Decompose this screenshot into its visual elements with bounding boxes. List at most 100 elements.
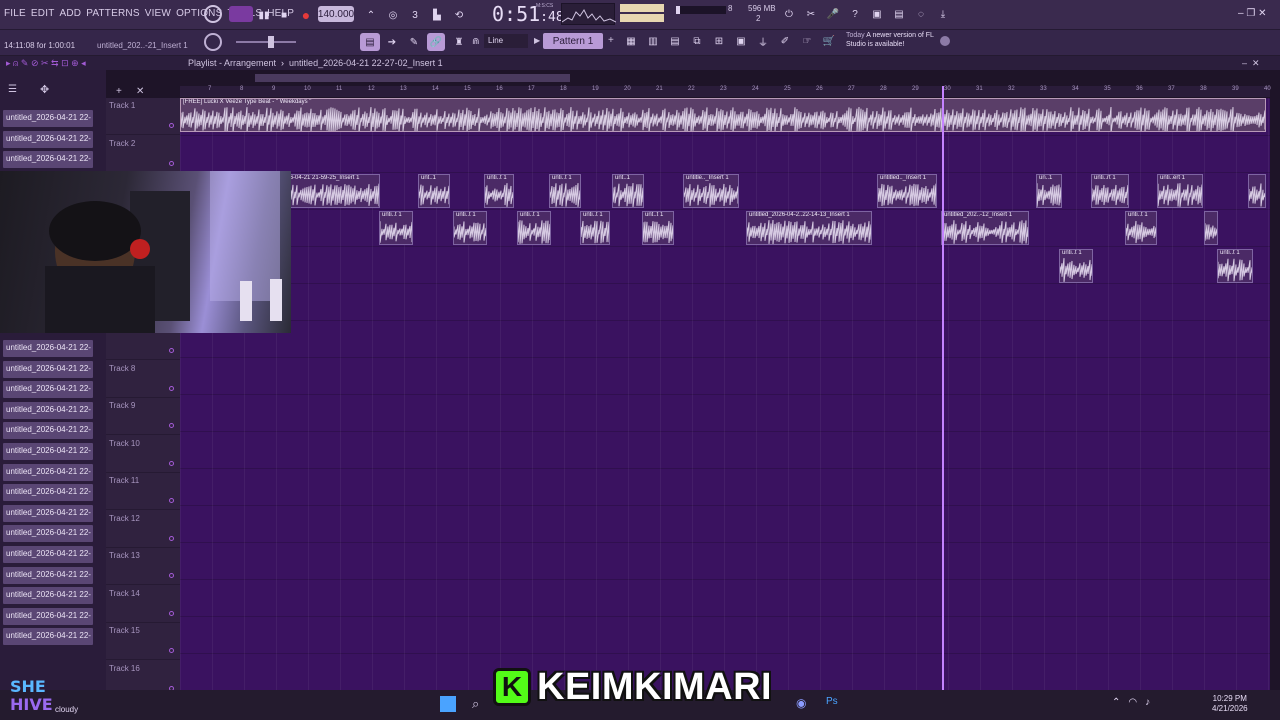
audio-clip[interactable]: unti..t 1 xyxy=(517,211,551,245)
brush-icon[interactable]: ✐ xyxy=(776,32,794,50)
arrow-tool-icon[interactable]: ➔ xyxy=(383,33,401,51)
audio-clip[interactable] xyxy=(1248,173,1266,208)
audio-clip[interactable]: un..1 xyxy=(1036,173,1062,208)
photoshop-icon[interactable]: Ps xyxy=(826,696,838,707)
track-enable-icon[interactable] xyxy=(169,460,174,466)
picker-clip-item[interactable]: untitled_2026-04-21 22- xyxy=(3,504,93,522)
audio-clip[interactable]: untitle.._Insert 1 xyxy=(683,173,739,208)
track-enable-icon[interactable] xyxy=(169,610,174,616)
beat-audio-clip[interactable]: [FREE] Lucki X Veeze Type Beat - " Weekd… xyxy=(180,98,1266,132)
playlist-window-controls[interactable]: – ✕ xyxy=(1242,58,1260,69)
track-enable-icon[interactable] xyxy=(169,423,174,428)
plugin-picker-icon[interactable]: ▤ xyxy=(890,5,908,23)
download-icon[interactable]: ⤓ xyxy=(934,5,952,23)
audio-clip[interactable]: untitled_2026-04-2..22-14-13_Insert 1 xyxy=(746,211,872,245)
remove-track-icon[interactable]: ✕ xyxy=(136,86,144,97)
network-icon[interactable]: ◠ xyxy=(1128,697,1137,708)
picker-clip-item[interactable]: untitled_2026-04-21 22- xyxy=(3,566,93,584)
tempo-display[interactable]: 140.000 xyxy=(318,6,354,22)
mixer-panel-icon[interactable]: ⧉ xyxy=(688,32,706,50)
add-track-icon[interactable]: + xyxy=(116,86,122,97)
plugin-icon[interactable]: ▣ xyxy=(732,32,750,50)
picker-clip-item[interactable]: untitled_2026-04-21 22- xyxy=(3,401,93,419)
timeline-ruler[interactable]: 7 8 9 10 11 12 13 14 15 16 17 18 19 20 21 22 23 24 25 26 27 2… xyxy=(180,86,1271,98)
track-enable-icon[interactable] xyxy=(169,498,174,503)
track-enable-icon[interactable] xyxy=(169,348,174,353)
audio-clip[interactable]: untitled.._Insert 1 xyxy=(877,173,937,208)
main-volume-slider[interactable] xyxy=(236,41,296,43)
track-header[interactable]: Track 1 xyxy=(106,98,180,135)
picker-clip-item[interactable]: untitled_2026-04-21 22- xyxy=(3,110,93,127)
main-volume-handle[interactable] xyxy=(268,36,274,48)
channel-rack-icon[interactable]: ▦ xyxy=(622,32,640,50)
countdown-icon[interactable]: 3 xyxy=(406,6,424,24)
picker-clip-item[interactable]: untitled_2026-04-21 22- xyxy=(3,381,93,399)
picker-clip-item[interactable]: untitled_2026-04-21 22- xyxy=(3,130,93,148)
master-volume-knob[interactable] xyxy=(204,5,222,23)
picker-clip-item[interactable]: untitled_2026-04-21 22- xyxy=(3,546,93,563)
menu-file[interactable]: FILE xyxy=(4,8,26,19)
fl-update-icon[interactable] xyxy=(940,36,950,46)
track-header[interactable]: Track 9 xyxy=(106,398,180,435)
browser-icon[interactable]: ⊞ xyxy=(710,32,728,50)
microphone-icon[interactable]: 🎤 xyxy=(824,5,842,23)
track-header[interactable]: Track 14 xyxy=(106,586,180,623)
pause-button[interactable]: ▮▮ xyxy=(256,6,272,24)
audio-clip[interactable]: unt..1 xyxy=(418,173,450,208)
audio-clip[interactable]: unt..1 xyxy=(612,173,644,208)
snap-selector[interactable]: Line xyxy=(484,34,528,48)
picker-clip-item[interactable]: untitled_2026-04-21 22- xyxy=(3,463,93,481)
loop-record-icon[interactable]: ⟲ xyxy=(450,6,468,24)
audio-clip[interactable]: untitled_202..-12_Insert 1 xyxy=(941,211,1029,245)
audio-clip[interactable]: unti..t 1 xyxy=(1059,248,1093,283)
plug-icon[interactable]: ⏚ xyxy=(754,32,772,50)
menu-patterns[interactable]: PATTERNS xyxy=(86,8,139,19)
touch-icon[interactable]: ☞ xyxy=(798,32,816,50)
discord-icon[interactable]: ◉ xyxy=(796,696,806,710)
menu-add[interactable]: ADD xyxy=(60,8,82,19)
mixer-icon[interactable]: ✂ xyxy=(802,5,820,23)
picker-clip-item[interactable]: untitled_2026-04-21 22- xyxy=(3,340,93,357)
metronome-icon[interactable]: ⌃ xyxy=(362,6,380,24)
audio-clip[interactable]: unti..t 1 xyxy=(1217,248,1253,283)
stamp-icon[interactable]: ♜ xyxy=(450,33,468,51)
taskbar-clock[interactable]: 10:29 PM 4/21/2026 xyxy=(1212,694,1248,714)
volume-icon[interactable]: ♪ xyxy=(1145,697,1150,708)
playlist-lanes[interactable]: [FREE] Lucki X Veeze Type Beat - " Weekd… xyxy=(180,98,1270,690)
tray-chevron-icon[interactable]: ⌃ xyxy=(1112,697,1120,708)
stop-button[interactable]: ■ xyxy=(276,6,292,24)
track-enable-icon[interactable] xyxy=(169,385,174,391)
picker-clip-item[interactable]: untitled_2026-04-21 22- xyxy=(3,360,93,378)
blend-notes-icon[interactable]: ▙ xyxy=(428,6,446,24)
master-pitch-knob[interactable] xyxy=(204,33,222,51)
add-pattern-icon[interactable]: + xyxy=(608,35,614,46)
chat-icon[interactable]: ◌ xyxy=(912,5,930,23)
pattern-prev-icon[interactable]: ▶ xyxy=(534,36,540,45)
picker-clip-item[interactable]: untitled_2026-04-21 22- xyxy=(3,443,93,460)
picker-clip-item[interactable]: untitled_2026-04-21 22- xyxy=(3,587,93,605)
audio-clip[interactable]: unti..t 1 xyxy=(379,211,413,245)
audio-clip[interactable]: unti..t 1 xyxy=(484,173,514,208)
track-header[interactable]: Track 2 xyxy=(106,136,180,173)
track-enable-icon[interactable] xyxy=(169,573,174,578)
undo-history-icon[interactable]: ⏻ xyxy=(780,5,798,23)
audio-clip[interactable]: unti..t 1 xyxy=(549,173,581,208)
audio-clip[interactable]: unti..ert 1 xyxy=(1157,173,1203,208)
audio-clip[interactable]: unti..t 1 xyxy=(1125,211,1157,245)
picker-clip-item[interactable]: untitled_2026-04-21 22- xyxy=(3,151,93,168)
playlist-tool-icons[interactable]: ▸ ⍝ ✎ ⊘ ✂ ⇆ ⊡ ⊕ ◂ xyxy=(6,58,86,69)
wait-input-icon[interactable]: ◎ xyxy=(384,6,402,24)
track-enable-icon[interactable] xyxy=(169,535,174,541)
shop-icon[interactable]: 🛒 xyxy=(820,32,838,50)
link-icon[interactable]: 🔗 xyxy=(427,33,445,51)
search-icon[interactable]: ⌕ xyxy=(472,696,479,712)
audio-clip[interactable]: unti..rt 1 xyxy=(1091,173,1129,208)
pattern-selector[interactable]: Pattern 1 xyxy=(543,33,603,49)
update-notice[interactable]: Today A newer version of FL Studio is av… xyxy=(846,31,938,49)
record-button[interactable]: ● xyxy=(298,6,314,24)
save-icon[interactable]: ▣ xyxy=(868,5,886,23)
track-header[interactable]: Track 11 xyxy=(106,473,180,510)
playlist-view-icon[interactable]: ▤ xyxy=(360,33,380,51)
track-enable-icon[interactable] xyxy=(169,648,174,653)
window-controls[interactable]: – ❐ ✕ xyxy=(1238,8,1266,19)
